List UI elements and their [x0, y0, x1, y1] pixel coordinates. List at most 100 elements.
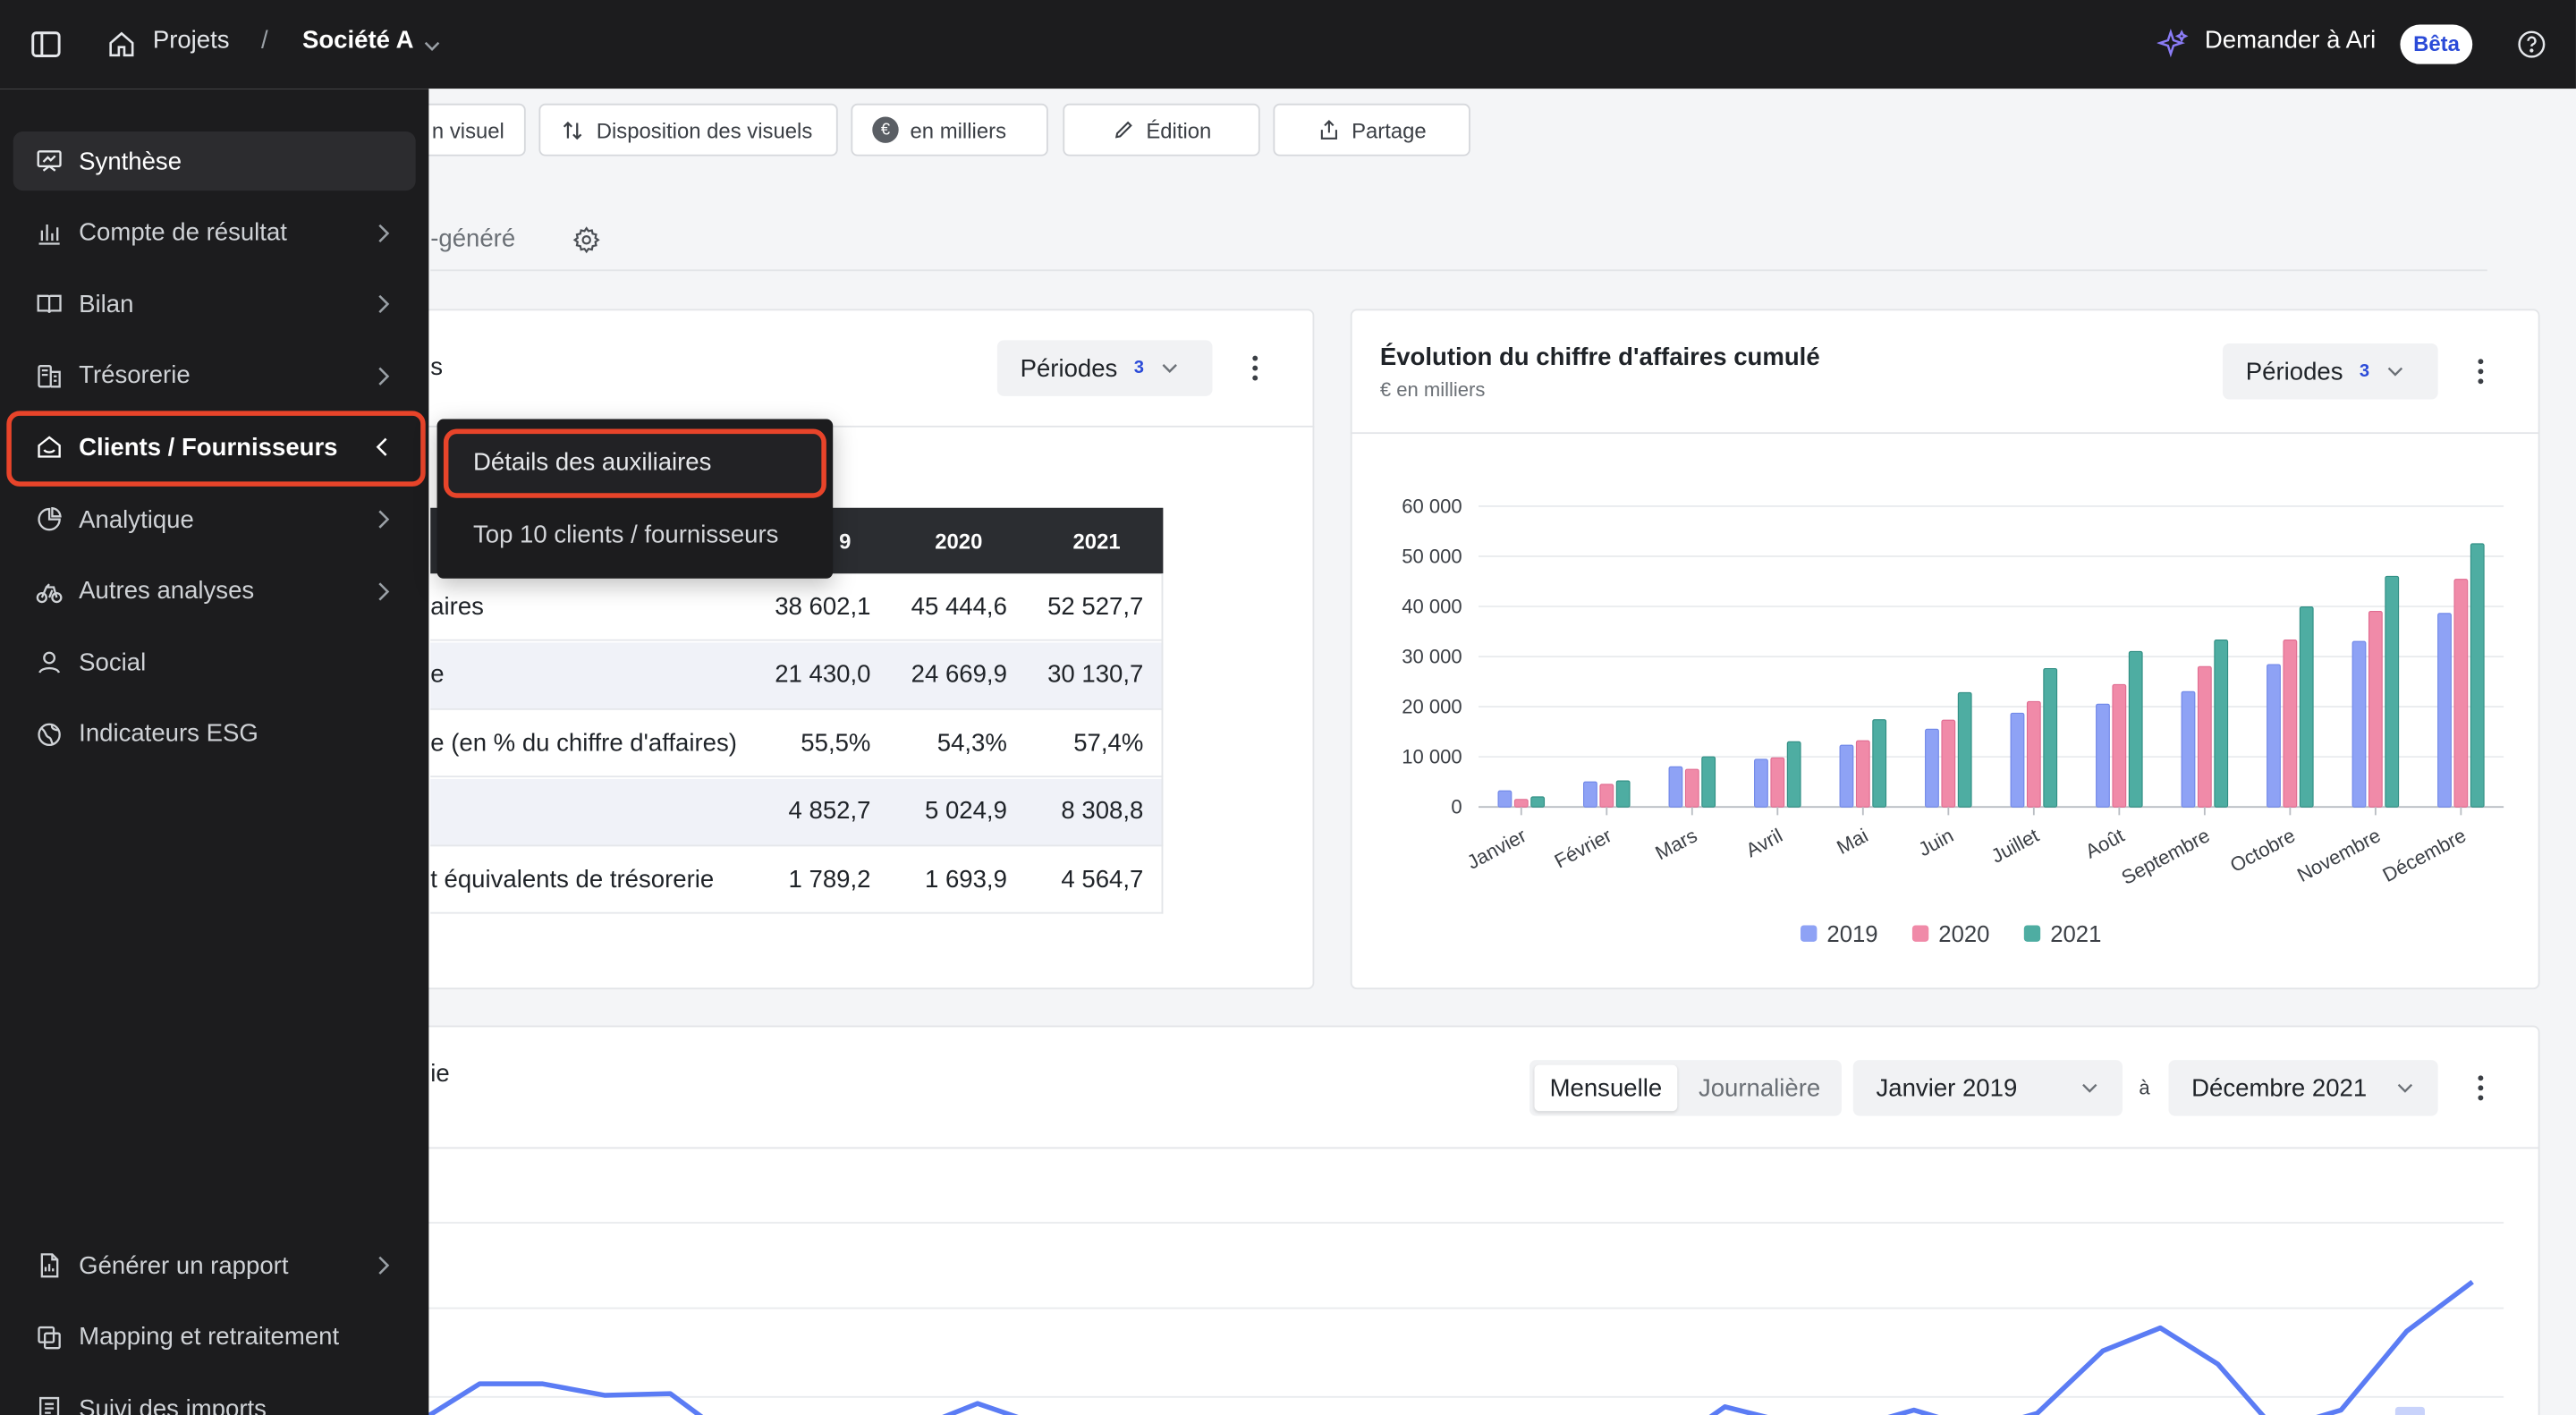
legend-swatch-2019	[1801, 925, 1818, 942]
breadcrumb-company[interactable]: Société A	[302, 26, 414, 54]
more-options-icon[interactable]	[1241, 352, 1270, 385]
chevron-down-icon[interactable]	[422, 36, 442, 55]
chevron-down-icon	[1163, 364, 1178, 373]
edit-button[interactable]: Édition	[1063, 103, 1260, 157]
highlight-frame	[6, 411, 426, 487]
from-date-select[interactable]: Janvier 2019	[1852, 1060, 2123, 1116]
top-bar: Projets / Société A Demander à Ari Bêta	[0, 0, 2576, 89]
y-tick-label: 10 000	[1402, 745, 1462, 767]
bar-2021-11	[2470, 543, 2485, 808]
y-tick-label: 40 000	[1402, 595, 1462, 617]
sidebar-item-income-statement[interactable]: Compte de résultat	[13, 203, 416, 262]
table-cell: 4 564,7	[1061, 865, 1144, 894]
x-tick-label: Décembre	[2379, 824, 2470, 886]
bar-2021-6	[2043, 667, 2058, 808]
table-row: e 21 430,0 24 669,9 30 130,7	[430, 641, 1164, 709]
cash-card-title: ie	[430, 1060, 450, 1089]
daily-toggle[interactable]: Journalière	[1682, 1065, 1837, 1111]
x-tick-label: Septembre	[2118, 824, 2214, 889]
chart-scroll-handle[interactable]	[2394, 1406, 2425, 1415]
sparkle-icon[interactable]	[2157, 28, 2190, 61]
share-button[interactable]: Partage	[1273, 103, 1470, 157]
tab-generated[interactable]: -généré	[430, 225, 515, 253]
presentation-chart-icon	[35, 147, 64, 176]
card-header-divider	[377, 1147, 2540, 1149]
periods-label: Périodes	[2245, 357, 2343, 386]
row-label: e	[430, 660, 445, 689]
legend-swatch-2021	[2023, 925, 2041, 942]
y-tick-label: 0	[1451, 796, 1462, 818]
globe-leaf-icon	[35, 719, 64, 749]
sidebar-item-label: Trésorerie	[79, 361, 191, 391]
units-label: en milliers	[910, 117, 1007, 142]
bar-2019-3	[1754, 758, 1768, 808]
table-cell: 30 130,7	[1047, 660, 1144, 689]
chart-subtitle: € en milliers	[1379, 377, 1486, 402]
bar-2019-5	[1925, 728, 1939, 808]
bicycle-icon	[35, 576, 64, 606]
table-row: t équivalents de trésorerie 1 789,2 1 693,…	[430, 846, 1164, 914]
to-date-select[interactable]: Décembre 2021	[2168, 1060, 2438, 1116]
sidebar-item-other-analyses[interactable]: Autres analyses	[13, 562, 416, 621]
x-tick-label: Mars	[1652, 824, 1701, 864]
sidebar-item-synthese[interactable]: Synthèse	[13, 131, 416, 191]
sidebar-toggle-icon[interactable]	[26, 25, 65, 64]
sidebar-item-analytics[interactable]: Analytique	[13, 490, 416, 549]
home-icon[interactable]	[106, 28, 139, 61]
tab-divider	[430, 269, 2487, 272]
sidebar-item-social[interactable]: Social	[13, 633, 416, 692]
units-button[interactable]: € en milliers	[851, 103, 1048, 157]
periods-select-left[interactable]: Périodes 3	[996, 340, 1213, 396]
bar-2020-5	[1941, 719, 1956, 808]
x-tick-label: Août	[2081, 824, 2128, 862]
ask-ari-button[interactable]: Demander à Ari	[2205, 26, 2376, 54]
periods-select-right[interactable]: Périodes 3	[2223, 343, 2438, 400]
bar-2021-10	[2385, 575, 2400, 808]
table-row: e (en % du chiffre d'affaires) 55,5% 54,3%…	[430, 710, 1164, 778]
sidebar-item-generate-report[interactable]: Générer un rapport	[13, 1236, 416, 1295]
bar-2021-1	[1615, 780, 1631, 808]
sidebar-item-treasury[interactable]: Trésorerie	[13, 346, 416, 405]
x-tick-label: Février	[1551, 824, 1615, 872]
bar-2021-4	[1872, 719, 1887, 808]
share-label: Partage	[1352, 117, 1427, 142]
bar-2020-7	[2112, 683, 2127, 808]
more-options-icon[interactable]	[2466, 355, 2496, 388]
table-row: 4 852,7 5 024,9 8 308,8	[430, 778, 1164, 846]
chevron-down-icon	[2082, 1083, 2097, 1093]
gear-icon[interactable]	[572, 225, 601, 255]
submenu-item-top10[interactable]: Top 10 clients / fournisseurs	[473, 521, 779, 548]
bar-2019-1	[1583, 781, 1597, 808]
daily-label: Journalière	[1698, 1073, 1821, 1102]
x-tick-label: Juillet	[1987, 824, 2042, 868]
breadcrumb-projects[interactable]: Projets	[153, 26, 230, 54]
bar-2019-4	[1839, 744, 1854, 808]
sidebar-item-esg[interactable]: Indicateurs ESG	[13, 705, 416, 764]
layout-button[interactable]: Disposition des visuels	[538, 103, 838, 157]
row-label: t équivalents de trésorerie	[430, 865, 715, 894]
help-icon[interactable]	[2515, 28, 2548, 61]
x-tick-label: Avril	[1742, 824, 1786, 861]
more-options-icon[interactable]	[2466, 1072, 2496, 1105]
beta-badge: Bêta	[2400, 24, 2473, 64]
sidebar-item-mapping[interactable]: Mapping et retraitement	[13, 1308, 416, 1367]
column-header: 2021	[1072, 528, 1121, 554]
column-header: 2020	[935, 528, 983, 554]
table-border	[1161, 573, 1164, 914]
table-row: aires 38 602,1 45 444,6 52 527,7	[430, 573, 1164, 641]
sidebar-item-imports[interactable]: Suivi des imports	[13, 1379, 416, 1415]
bar-2020-10	[2368, 611, 2383, 808]
legend-label: 2019	[1826, 922, 1877, 947]
chevron-right-icon	[378, 367, 390, 386]
copy-icon	[35, 1322, 64, 1351]
bar-2021-7	[2128, 650, 2143, 808]
table-cell: 57,4%	[1073, 728, 1144, 758]
sidebar-item-label: Compte de résultat	[79, 218, 287, 247]
bar-2021-8	[2214, 639, 2229, 808]
cash-line-chart	[426, 1222, 2504, 1415]
periods-count: 3	[2359, 361, 2370, 382]
sidebar-item-balance-sheet[interactable]: Bilan	[13, 275, 416, 334]
monthly-toggle[interactable]: Mensuelle	[1534, 1064, 1678, 1112]
date-range-separator: à	[2139, 1076, 2150, 1100]
sidebar-item-label: Indicateurs ESG	[79, 720, 258, 749]
